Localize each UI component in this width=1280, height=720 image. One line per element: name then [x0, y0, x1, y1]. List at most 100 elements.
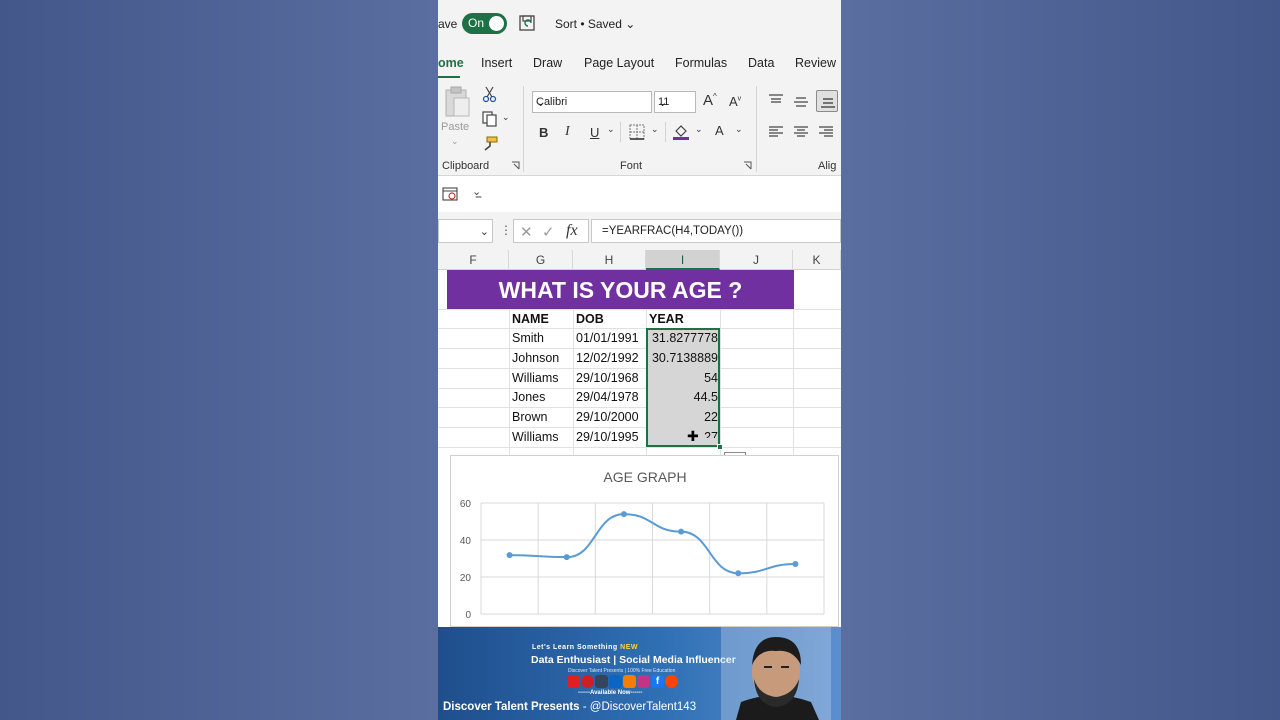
dialog-launcher-icon[interactable]	[511, 161, 520, 170]
chevron-down-icon: ⌄	[658, 97, 668, 109]
column-header-i[interactable]: I	[646, 250, 720, 270]
fill-color-icon[interactable]	[672, 122, 690, 140]
align-left-icon[interactable]	[768, 125, 784, 139]
shrink-font-glyph: A	[729, 94, 738, 109]
background-left	[0, 0, 438, 720]
cell-name[interactable]: Johnson	[512, 349, 559, 368]
header-dob[interactable]: DOB	[576, 310, 604, 329]
tab-insert[interactable]: Insert	[481, 56, 512, 70]
chevron-down-icon[interactable]: ⌄	[607, 124, 615, 135]
youtube-icon[interactable]	[567, 675, 580, 688]
header-year[interactable]: YEAR	[649, 310, 684, 329]
save-icon[interactable]	[518, 14, 536, 32]
linkedin-icon[interactable]	[609, 675, 622, 688]
age-banner[interactable]: WHAT IS YOUR AGE ?	[447, 270, 794, 309]
dialog-launcher-icon[interactable]	[743, 161, 752, 170]
gridline	[438, 388, 841, 389]
chevron-down-icon[interactable]: ⌄	[735, 124, 743, 135]
name-box[interactable]: ⌄	[438, 219, 493, 243]
shrink-font-button[interactable]: Av	[729, 94, 741, 109]
tab-home[interactable]: ome	[438, 56, 464, 70]
data-point[interactable]	[678, 528, 685, 535]
more-options-icon[interactable]: ⋮	[500, 223, 512, 237]
document-title[interactable]: Sort • Saved ⌄	[555, 17, 635, 31]
data-point[interactable]	[735, 570, 742, 577]
cell-year[interactable]: 54	[648, 369, 718, 388]
data-point[interactable]	[506, 552, 513, 559]
underline-button[interactable]: U	[590, 125, 599, 140]
cancel-icon[interactable]: ✕	[520, 223, 533, 241]
pinterest-icon[interactable]	[581, 675, 594, 688]
chart-title[interactable]: AGE GRAPH	[603, 469, 686, 485]
cell-year[interactable]: 22	[648, 408, 718, 427]
formula-input[interactable]: =YEARFRAC(H4,TODAY())	[591, 219, 841, 243]
print-preview-icon[interactable]	[442, 186, 458, 202]
data-point[interactable]	[620, 511, 627, 518]
copy-icon[interactable]	[481, 110, 499, 128]
font-color-button[interactable]: A	[715, 123, 724, 138]
data-point[interactable]	[792, 561, 799, 568]
fill-handle[interactable]	[717, 444, 723, 450]
clipboard-group-label: Clipboard	[442, 160, 490, 172]
cell-name[interactable]: Williams	[512, 428, 559, 447]
facebook-icon[interactable]: f	[651, 675, 664, 688]
bold-button[interactable]: B	[539, 125, 548, 140]
instagram-icon[interactable]	[637, 675, 650, 688]
column-header-j[interactable]: J	[720, 250, 793, 270]
cell-dob[interactable]: 29/10/1995	[576, 428, 639, 447]
data-point[interactable]	[563, 554, 570, 561]
borders-icon[interactable]	[628, 123, 646, 141]
align-center-icon[interactable]	[793, 125, 809, 139]
font-group-label: Font	[620, 160, 643, 172]
autosave-toggle-label: On	[468, 16, 485, 30]
tab-formulas[interactable]: Formulas	[675, 56, 727, 70]
cell-dob[interactable]: 29/04/1978	[576, 388, 639, 407]
cell-dob[interactable]: 29/10/1968	[576, 369, 639, 388]
tab-review[interactable]: Review	[795, 56, 836, 70]
align-right-icon[interactable]	[818, 125, 834, 139]
format-painter-icon[interactable]	[481, 135, 499, 153]
cell-name[interactable]: Jones	[512, 388, 545, 407]
blogger-icon[interactable]	[623, 675, 636, 688]
reddit-icon[interactable]	[665, 675, 678, 688]
chevron-down-icon[interactable]: ⌄	[695, 124, 703, 135]
worksheet-grid[interactable]: WHAT IS YOUR AGE ? NAME DOB YEAR Smith 0…	[438, 270, 841, 472]
grow-font-button[interactable]: A^	[703, 92, 717, 109]
cut-icon[interactable]	[481, 85, 499, 103]
tumblr-icon[interactable]	[595, 675, 608, 688]
cell-year[interactable]: 31.8277778	[648, 329, 718, 348]
autosave-toggle[interactable]: On	[462, 13, 507, 34]
customize-toolbar-icon[interactable]: ⌄̲	[472, 185, 481, 198]
font-size-select[interactable]: 11 ⌄	[654, 91, 696, 113]
column-header-f[interactable]: F	[438, 250, 509, 270]
tab-page-layout[interactable]: Page Layout	[584, 56, 654, 70]
age-line-chart[interactable]: AGE GRAPH 0 20 40 60	[450, 455, 839, 627]
confirm-icon[interactable]: ✓	[542, 223, 555, 241]
cell-dob[interactable]: 01/01/1991	[576, 329, 639, 348]
header-name[interactable]: NAME	[512, 310, 549, 329]
tab-data[interactable]: Data	[748, 56, 774, 70]
align-middle-icon[interactable]	[793, 95, 809, 109]
chevron-down-icon: ⌄	[625, 17, 636, 31]
column-header-g[interactable]: G	[509, 250, 573, 270]
column-header-k[interactable]: K	[793, 250, 841, 270]
column-header-h[interactable]: H	[573, 250, 646, 270]
cell-year[interactable]: 44.5	[648, 388, 718, 407]
y-tick-label: 0	[465, 610, 471, 621]
cell-name[interactable]: Williams	[512, 369, 559, 388]
chevron-down-icon[interactable]: ⌄	[502, 112, 510, 123]
italic-button[interactable]: I	[565, 124, 570, 140]
chevron-down-icon[interactable]: ⌄	[651, 124, 659, 135]
cell-name[interactable]: Brown	[512, 408, 547, 427]
cell-name[interactable]: Smith	[512, 329, 544, 348]
cell-year[interactable]: 30.7138889	[648, 349, 718, 368]
font-name-select[interactable]: Calibri ⌄	[532, 91, 652, 113]
alignment-group-label: Alig	[818, 160, 837, 172]
align-top-icon[interactable]	[768, 93, 784, 107]
cell-dob[interactable]: 12/02/1992	[576, 349, 639, 368]
align-bottom-button[interactable]	[816, 90, 838, 112]
insert-function-icon[interactable]: fx	[566, 222, 578, 240]
cell-dob[interactable]: 29/10/2000	[576, 408, 639, 427]
tab-draw[interactable]: Draw	[533, 56, 562, 70]
paste-icon[interactable]	[443, 86, 471, 118]
